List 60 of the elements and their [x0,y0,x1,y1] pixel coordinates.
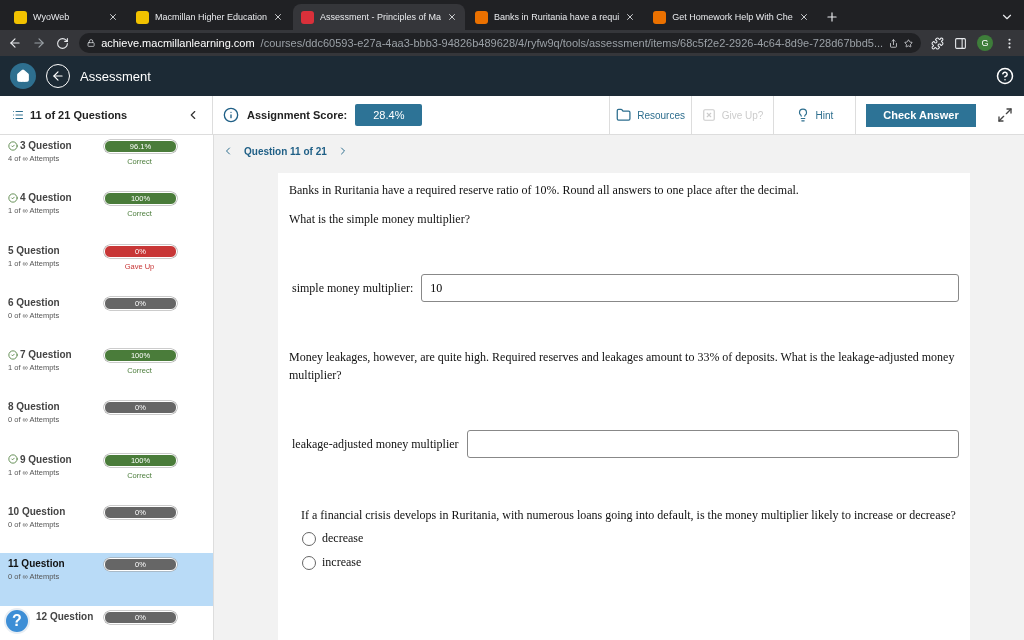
question-text: If a financial crisis develops in Ruritania, with numerous loans going into default, is the money multiplier likely to increase or decrease? [301,507,957,524]
extensions-icon[interactable] [931,36,944,50]
question-text: Money leakages, however, are quite high. Required reserves and leakages amount to 33% of deposits. What is the leakage-adjusted money multiplier? [289,349,956,384]
score-value: 28.4% [355,104,423,126]
browser-tab[interactable]: Macmillan Higher Education [128,4,292,30]
favicon-icon [653,10,667,24]
side-panel-icon[interactable] [954,36,967,50]
reload-icon[interactable] [56,36,69,50]
question-title: 5 Question [8,244,60,256]
option-label[interactable]: decrease [322,531,364,547]
folder-icon [616,107,632,123]
question-title: 10 Question [8,506,66,518]
help-icon[interactable] [996,67,1014,85]
favicon-icon [301,10,315,24]
question-title: 11 Question [8,558,65,570]
close-icon[interactable] [273,12,284,22]
address-field[interactable]: achieve.macmillanlearning.com /courses/ddc60593-e27a-4aa3-bbb3-94826b489628/4/ryfw9q/tools/assessment/items/68c5f2e2-2926-4c64-8d9e-728d67bbd5... [79,33,921,53]
fullscreen-icon[interactable] [997,107,1013,123]
option-label[interactable]: increase [322,555,362,571]
question-title: 12 Question [36,610,94,622]
close-icon[interactable] [447,12,458,22]
answer-label: leakage-adjusted money multiplier [292,436,459,452]
star-icon[interactable] [904,37,913,49]
list-icon[interactable] [12,109,24,121]
questions-count[interactable]: 11 of 21 Questions [30,109,180,121]
question-title: 8 Question [8,401,60,413]
question-text: Banks in Ruritania have a required reserve ratio of 10%. Round all answers to one place after the decimal. [289,182,800,199]
favicon-icon [475,10,489,24]
question-title: 7 Question [20,349,72,361]
browser-tab[interactable]: Assessment - Principles of Ma [293,4,466,30]
favicon-icon [136,10,149,24]
question-title: 9 Question [20,453,72,465]
close-icon[interactable] [625,12,636,22]
score-label: Assignment Score: [247,109,348,121]
browser-tab[interactable]: Get Homework Help With Che [645,4,817,30]
check-answer-button[interactable]: Check Answer [866,103,976,127]
close-icon[interactable] [798,12,809,22]
page-title: Assessment [80,68,152,84]
share-icon[interactable] [889,37,899,49]
question-text: What is the simple money multiplier? [289,211,471,228]
home-icon [16,69,30,83]
back-icon[interactable] [8,36,22,50]
answer-label: simple money multiplier: [292,280,414,296]
new-tab-icon[interactable] [824,10,839,24]
browser-tab[interactable]: Banks in Ruritania have a requi [467,4,644,30]
browser-tab[interactable]: WyoWeb [6,4,126,30]
question-title: 6 Question [8,296,60,308]
question-title: 4 Question [20,192,72,204]
question-nav: Question 11 of 21 [244,145,327,157]
answer-field[interactable] [466,430,959,458]
profile-avatar[interactable]: G [977,35,993,51]
question-title: 3 Question [20,140,72,151]
info-icon[interactable] [223,107,239,123]
square-x-icon [701,108,716,122]
home-button[interactable] [10,63,36,89]
close-icon[interactable] [108,12,118,22]
forward-icon[interactable] [32,36,46,50]
lock-icon [87,38,96,48]
answer-field[interactable]: 10 [421,274,959,302]
favicon-icon [14,10,27,24]
